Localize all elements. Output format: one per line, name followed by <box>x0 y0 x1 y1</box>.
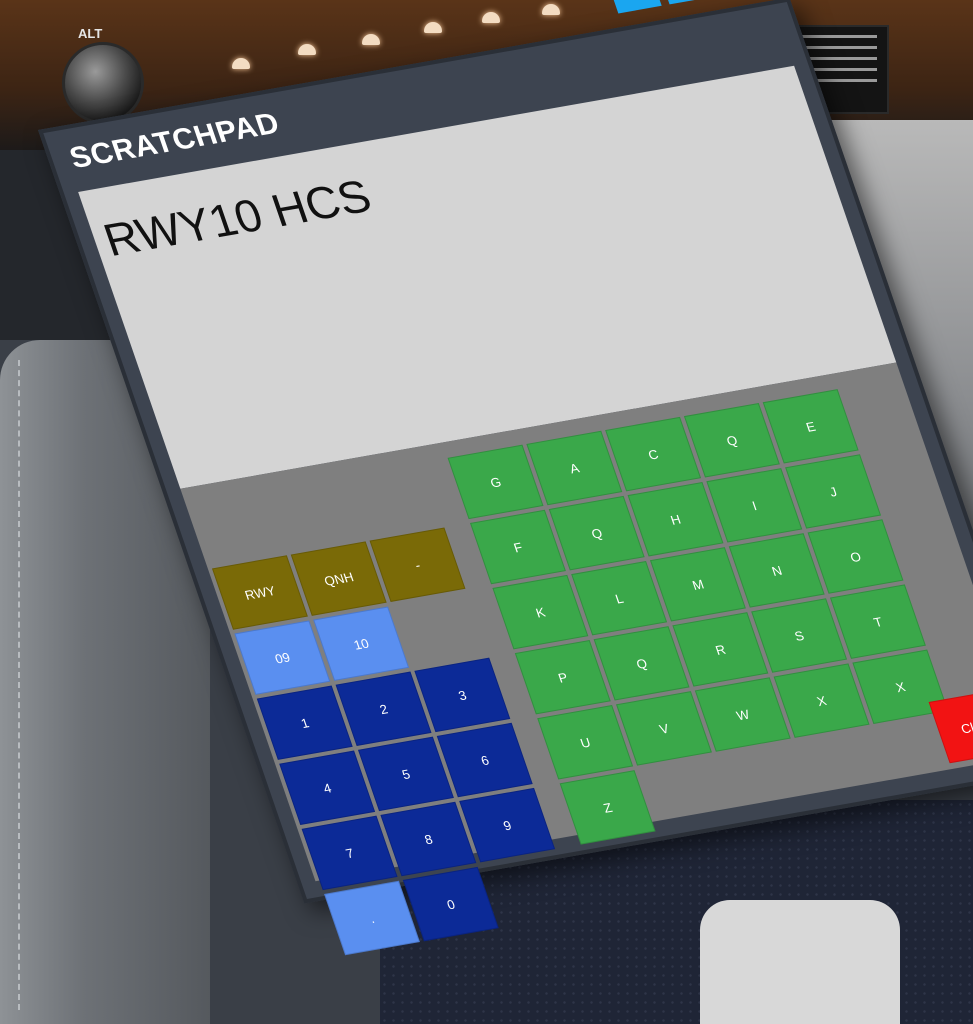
key-x-2[interactable]: X <box>773 663 870 738</box>
key-c[interactable]: C <box>605 416 702 492</box>
key-10[interactable]: 10 <box>313 606 410 681</box>
key-09[interactable]: 09 <box>234 620 331 695</box>
key-w[interactable]: W <box>694 677 791 752</box>
key-q-2[interactable]: Q <box>548 495 645 571</box>
alt-knob-label: ALT <box>78 26 103 41</box>
key-rwy[interactable]: RWY <box>211 555 308 630</box>
key-h[interactable]: H <box>627 481 724 557</box>
key-v[interactable]: V <box>616 691 712 766</box>
key-s[interactable]: S <box>751 598 848 673</box>
panel-light <box>542 4 560 15</box>
panel-light <box>482 12 500 23</box>
key-q-top[interactable]: Q <box>683 402 780 478</box>
key-i[interactable]: I <box>706 468 803 543</box>
key-qnh[interactable]: QNH <box>290 541 387 616</box>
key-9[interactable]: 9 <box>459 787 556 863</box>
panel-light <box>232 58 250 69</box>
scratchpad-text: RWY10 HCS <box>96 169 378 266</box>
key-7[interactable]: 7 <box>301 815 398 891</box>
pilot-boot <box>700 900 900 1024</box>
key-a[interactable]: A <box>526 430 623 506</box>
key-3[interactable]: 3 <box>414 657 511 733</box>
panel-light <box>362 34 380 45</box>
alt-knob <box>62 42 144 124</box>
key-4[interactable]: 4 <box>279 750 376 826</box>
key-6[interactable]: 6 <box>436 722 533 798</box>
key-5[interactable]: 5 <box>357 736 454 812</box>
key-m[interactable]: M <box>649 547 746 622</box>
key-f[interactable]: F <box>469 509 566 585</box>
key-l[interactable]: L <box>571 560 668 636</box>
key-q[interactable]: Q <box>593 626 690 701</box>
panel-light <box>424 22 442 33</box>
key-r[interactable]: R <box>672 612 769 687</box>
key-e[interactable]: E <box>762 389 859 464</box>
key-p[interactable]: P <box>514 639 611 715</box>
panel-light <box>298 44 316 55</box>
clear-button[interactable]: Clear <box>928 688 973 764</box>
key-dash[interactable]: - <box>369 527 466 602</box>
key-u[interactable]: U <box>537 705 634 780</box>
key-o[interactable]: O <box>807 519 904 594</box>
key-g[interactable]: G <box>447 444 544 520</box>
key-j[interactable]: J <box>785 454 882 529</box>
key-t[interactable]: T <box>829 584 926 659</box>
key-2[interactable]: 2 <box>335 671 432 747</box>
key-1[interactable]: 1 <box>256 685 353 760</box>
key-k[interactable]: K <box>492 574 589 650</box>
key-n[interactable]: N <box>728 533 825 608</box>
key-8[interactable]: 8 <box>380 801 477 877</box>
key-z[interactable]: Z <box>559 770 656 845</box>
